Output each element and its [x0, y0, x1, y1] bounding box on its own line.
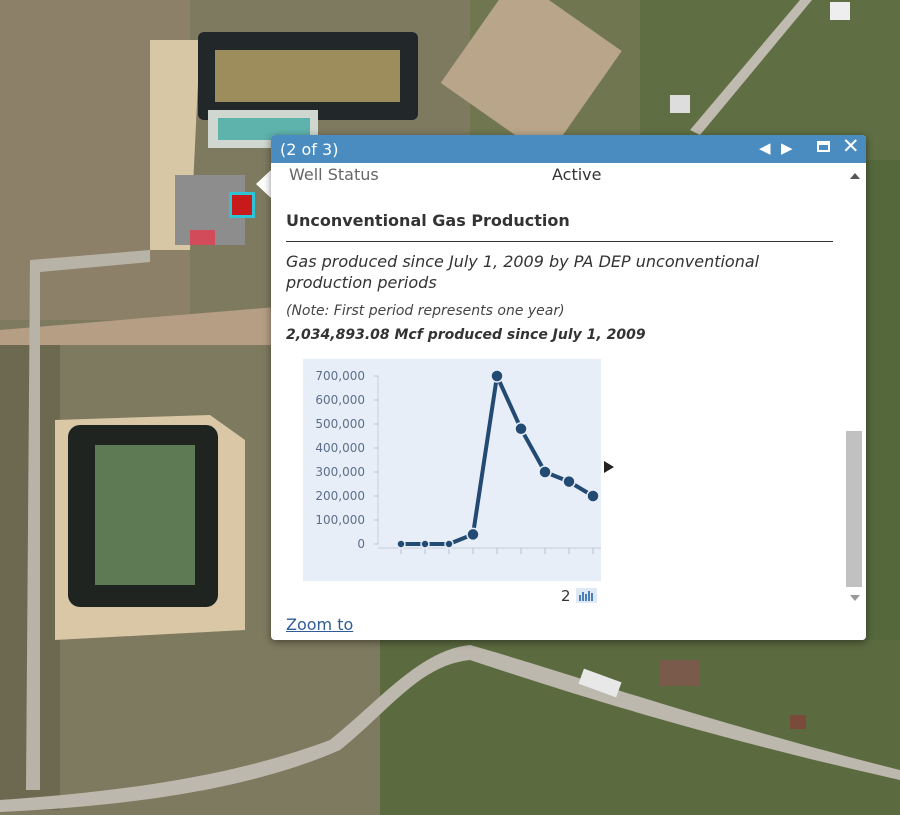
bar-chart-icon[interactable]	[576, 588, 597, 603]
y-tick-label: 600,000	[315, 393, 365, 407]
popup-titlebar: (2 of 3) ◀ ▶ ✕	[271, 135, 866, 163]
maximize-icon	[817, 141, 830, 152]
close-button[interactable]: ✕	[842, 136, 860, 156]
scroll-down-arrow[interactable]	[850, 595, 860, 601]
section-divider	[286, 241, 833, 242]
chart-count: 2	[561, 587, 571, 605]
data-point[interactable]	[467, 528, 479, 540]
y-tick-label: 400,000	[315, 441, 365, 455]
previous-feature-button[interactable]: ◀	[759, 138, 771, 158]
y-tick-label: 100,000	[315, 513, 365, 527]
chart-note: (Note: First period represents one year)	[286, 303, 565, 319]
y-tick-label: 0	[357, 537, 365, 551]
popup-title: (2 of 3)	[280, 140, 338, 159]
y-tick-label: 300,000	[315, 465, 365, 479]
selected-feature-marker[interactable]	[229, 192, 255, 218]
data-point[interactable]	[397, 540, 405, 548]
chevron-right-icon: ▶	[781, 139, 793, 157]
zoom-to-link[interactable]: Zoom to	[286, 615, 353, 634]
y-tick-label: 200,000	[315, 489, 365, 503]
info-popup: (2 of 3) ◀ ▶ ✕ Well Status Active Unconv…	[271, 135, 866, 640]
maximize-button[interactable]	[817, 141, 830, 152]
section-title: Unconventional Gas Production	[286, 211, 570, 230]
scrollbar-thumb[interactable]	[846, 431, 862, 587]
well-status-value: Active	[552, 165, 602, 184]
production-total: 2,034,893.08 Mcf produced since July 1, …	[286, 327, 646, 343]
close-icon: ✕	[842, 135, 860, 158]
well-status-label: Well Status	[289, 165, 379, 184]
data-point[interactable]	[587, 490, 599, 502]
scroll-up-arrow[interactable]	[850, 173, 860, 179]
popup-content[interactable]: Well Status Active Unconventional Gas Pr…	[271, 163, 843, 640]
y-tick-label: 700,000	[315, 369, 365, 383]
data-point[interactable]	[563, 476, 575, 488]
next-chart-button[interactable]	[604, 461, 614, 473]
data-point[interactable]	[539, 466, 551, 478]
gas-production-chart: 700,000 600,000 500,000 400,000 300,000 200,0…	[303, 359, 601, 581]
data-point[interactable]	[421, 540, 429, 548]
y-tick-label: 500,000	[315, 417, 365, 431]
chart-description: Gas produced since July 1, 2009 by PA DE…	[286, 251, 831, 293]
popup-pointer	[256, 170, 271, 198]
data-point[interactable]	[445, 540, 453, 548]
next-feature-button[interactable]: ▶	[781, 138, 793, 158]
data-point[interactable]	[491, 370, 503, 382]
data-point[interactable]	[515, 423, 527, 435]
chevron-left-icon: ◀	[759, 139, 771, 157]
